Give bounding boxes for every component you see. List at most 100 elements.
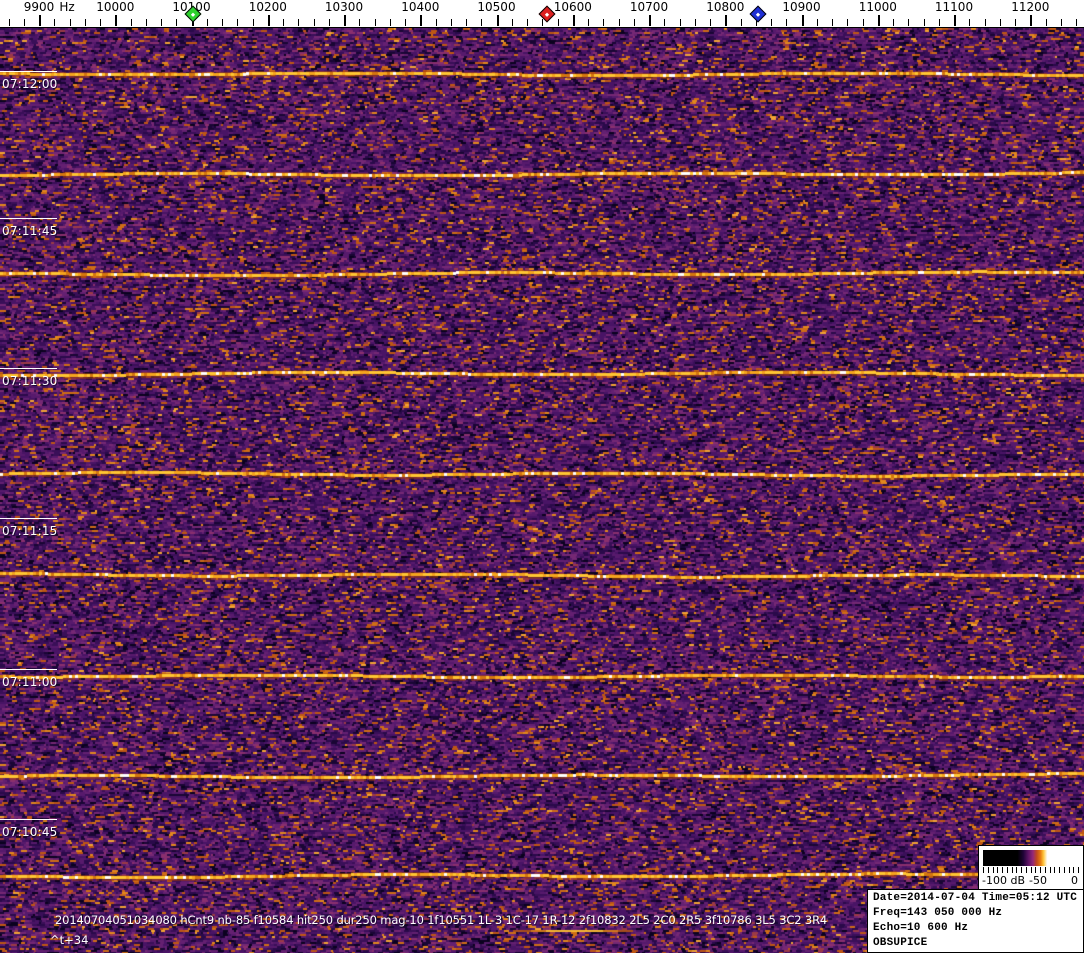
ruler-minor-tick [908, 19, 910, 26]
colorbar-tick [1049, 867, 1051, 873]
ruler-minor-tick [222, 19, 223, 26]
ruler-minor-tick [832, 19, 833, 26]
info-line: Date=2014-07-04 Time=05:12 UTC [873, 892, 1078, 904]
colorbar-tick [987, 867, 989, 873]
ruler-minor-tick [69, 19, 71, 26]
ruler-minor-tick [237, 19, 239, 26]
time-label: 07:10:45 [2, 825, 58, 839]
ruler-minor-tick [710, 19, 711, 26]
ruler-minor-tick [557, 19, 559, 26]
ruler-major-tick [725, 15, 728, 26]
marker-blue-diamond[interactable] [749, 5, 767, 23]
ruler-major-tick [649, 15, 651, 26]
ruler-minor-tick [588, 19, 589, 26]
ruler-minor-tick [786, 19, 788, 26]
ruler-minor-tick [603, 19, 605, 26]
freq-label: 11000 [858, 0, 897, 14]
freq-label: 10500 [477, 0, 516, 14]
colorbar-tick [1030, 867, 1032, 873]
ruler-minor-tick [740, 19, 742, 26]
time-tick [0, 218, 57, 219]
freq-label: 10900 [782, 0, 821, 14]
cursor-position-text: ^t+34 [50, 933, 89, 947]
ruler-minor-tick [328, 19, 330, 26]
info-line: Echo=10 600 Hz [873, 922, 969, 934]
ruler-minor-tick [999, 19, 1001, 26]
ruler-minor-tick [816, 19, 818, 26]
ruler-minor-tick [161, 19, 162, 26]
ruler-minor-tick [298, 19, 300, 26]
ruler-minor-tick [1045, 19, 1047, 26]
ruler-minor-tick [176, 19, 178, 26]
ruler-minor-tick [771, 19, 772, 26]
time-tick [0, 518, 57, 519]
freq-label: 10000 [96, 0, 135, 14]
colorbar-tick [1068, 867, 1070, 873]
ruler-minor-tick [542, 19, 544, 26]
colorbar-tick [1073, 867, 1075, 873]
ruler-major-tick [344, 15, 346, 26]
ruler-major-tick [954, 15, 956, 26]
colorbar-label: -50 [1029, 874, 1047, 887]
time-label: 07:11:15 [2, 524, 58, 538]
ruler-major-tick [420, 15, 423, 26]
detection-parameters-text: 20140704051034080 hCnt9 nb-85 f10584 hit… [55, 913, 828, 927]
colorbar-tick [1021, 867, 1022, 873]
ruler-minor-tick [145, 19, 147, 26]
freq-label: 10600 [553, 0, 592, 14]
ruler-major-tick [572, 15, 575, 26]
ruler-minor-tick [847, 19, 849, 26]
time-label: 07:11:30 [2, 374, 58, 388]
colorbar-tick [1059, 867, 1060, 873]
colorbar-tick [1063, 867, 1065, 873]
time-label: 07:12:00 [2, 77, 58, 91]
ruler-minor-tick [679, 19, 681, 26]
colorbar-tick [1002, 867, 1003, 873]
ruler-minor-tick [893, 19, 894, 26]
ruler-minor-tick [1060, 19, 1062, 26]
ruler-minor-tick [862, 19, 864, 26]
ruler-major-tick [115, 15, 118, 26]
ruler-minor-tick [405, 19, 406, 26]
ruler-minor-tick [694, 19, 696, 26]
ruler-minor-tick [527, 19, 528, 26]
ruler-minor-tick [984, 19, 986, 26]
colorbar-tick [992, 867, 994, 873]
time-tick [0, 368, 57, 369]
ruler-minor-tick [206, 19, 208, 26]
ruler-minor-tick [374, 19, 376, 26]
info-line: Freq=143 050 000 Hz [873, 907, 1003, 919]
colorbar-tick [1016, 867, 1018, 873]
spectrogram-canvas [0, 28, 1084, 953]
ruler-major-tick [496, 15, 499, 26]
colorbar-label: -100 dB [982, 874, 1025, 887]
colorbar-tick [1006, 867, 1008, 873]
ruler-major-tick [267, 15, 270, 26]
colorbar-tick [997, 867, 999, 873]
ruler-major-tick [877, 15, 880, 26]
time-tick [0, 71, 57, 72]
colorbar-tick [1078, 867, 1079, 873]
meteor-echo-spectrogram-app: 9900100001010010200103001040010500106001… [0, 0, 1084, 953]
ruler-minor-tick [923, 19, 925, 26]
freq-unit-label: Hz [59, 0, 75, 14]
ruler-minor-tick [100, 19, 101, 26]
time-tick [0, 819, 57, 820]
ruler-minor-tick [511, 19, 513, 26]
db-color-scale: -100 dB -50 0 [978, 845, 1084, 893]
ruler-minor-tick [130, 19, 132, 26]
color-gradient-bar [983, 850, 1079, 866]
freq-label: 10300 [324, 0, 364, 14]
ruler-minor-tick [466, 19, 467, 26]
ruler-minor-tick [633, 19, 635, 26]
time-tick [0, 669, 57, 670]
time-label: 07:11:45 [2, 224, 58, 238]
ruler-minor-tick [664, 19, 666, 26]
ruler-minor-tick [481, 19, 483, 26]
time-label: 07:11:00 [2, 675, 58, 689]
ruler-major-tick [801, 15, 804, 26]
ruler-minor-tick [8, 19, 10, 26]
ruler-minor-tick [359, 19, 361, 26]
ruler-major-tick [1030, 15, 1033, 26]
info-line: OBSUPICE [873, 937, 928, 949]
